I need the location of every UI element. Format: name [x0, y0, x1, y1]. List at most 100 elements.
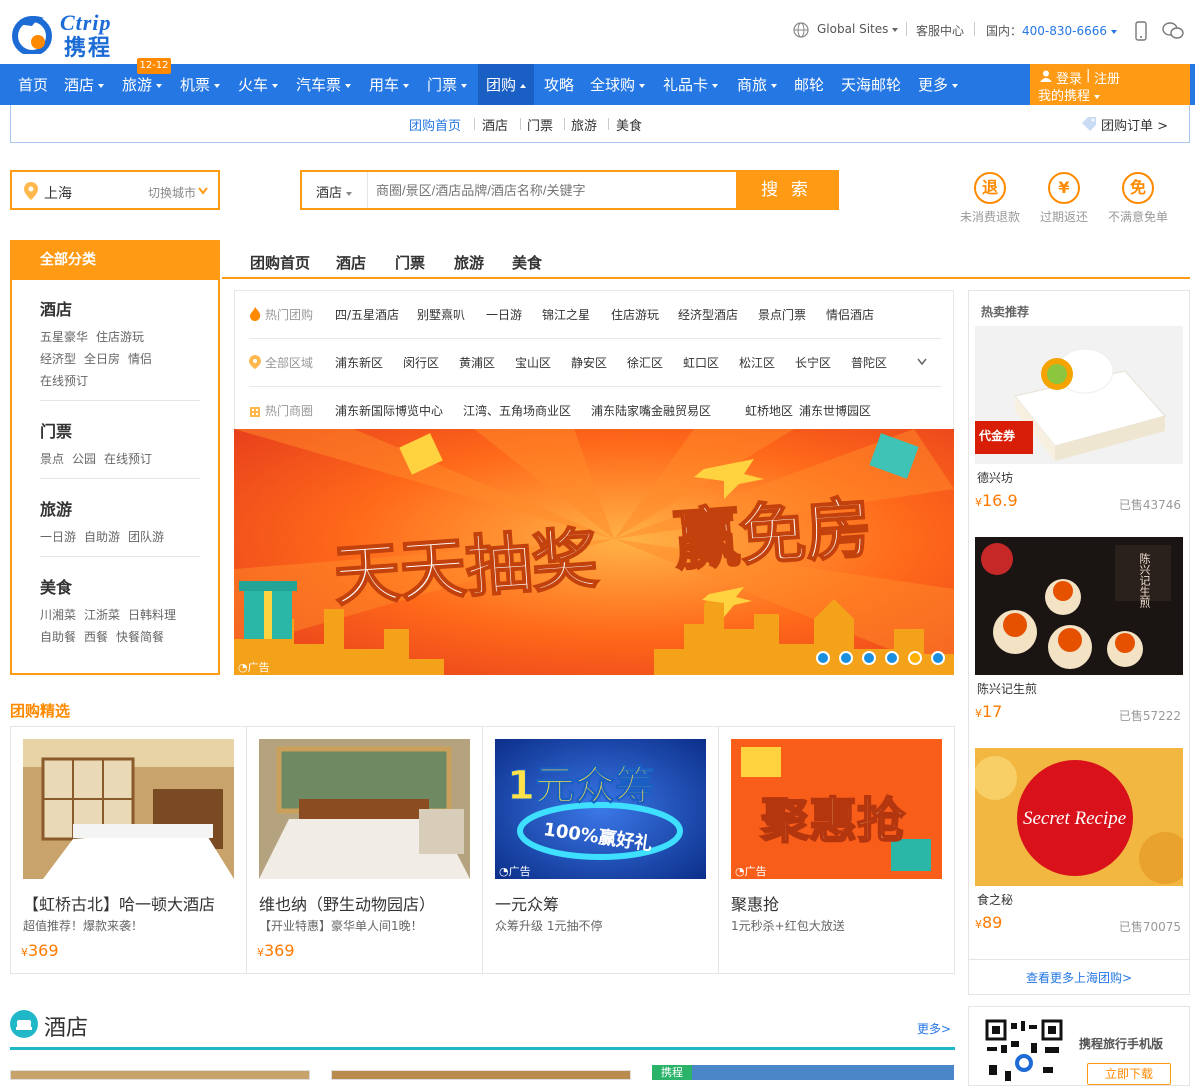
subnav-hotel[interactable]: 酒店	[482, 115, 508, 134]
category-link[interactable]: 快餐简餐	[116, 630, 164, 644]
featured-card[interactable]: 聚惠抢 ◔广告 聚惠抢 1元秒杀+红包大放送	[719, 727, 955, 973]
tab-tickets[interactable]: 门票	[395, 252, 425, 273]
tab-hotel[interactable]: 酒店	[336, 252, 366, 273]
featured-image[interactable]	[23, 739, 234, 879]
global-sites-link[interactable]: Global Sites	[817, 22, 899, 36]
group-orders-link[interactable]: 团购订单 >	[1101, 115, 1168, 134]
featured-title-text[interactable]: 一元众筹	[495, 891, 559, 915]
featured-image[interactable]	[259, 739, 470, 879]
banner-dot[interactable]	[816, 651, 830, 665]
filter-biz-item[interactable]: 江湾、五角场商业区	[463, 402, 571, 419]
hot-item-image[interactable]: 陈兴记生煎	[975, 537, 1183, 675]
banner-dot[interactable]	[839, 651, 853, 665]
category-link[interactable]: 江浙菜	[84, 608, 120, 622]
filter-biz-item[interactable]: 虹桥地区	[745, 402, 793, 419]
filter-area-item[interactable]: 虹口区	[683, 354, 719, 371]
switch-city-link[interactable]: 切换城市	[148, 184, 196, 201]
banner-dot-active[interactable]	[908, 651, 922, 665]
subnav-food[interactable]: 美食	[616, 115, 642, 134]
category-link[interactable]: 团队游	[128, 530, 164, 544]
nav-hotel[interactable]: 酒店	[64, 64, 105, 105]
hot-item-image[interactable]: 代金券	[975, 326, 1183, 464]
nav-group-buy[interactable]: 团购	[478, 64, 535, 105]
filter-area-item[interactable]: 浦东新区	[335, 354, 383, 371]
nav-more[interactable]: 更多	[918, 64, 959, 105]
banner-dot[interactable]	[862, 651, 876, 665]
wechat-icon[interactable]	[1162, 22, 1184, 40]
expand-chevron-icon[interactable]	[917, 358, 927, 366]
nav-flights[interactable]: 机票	[180, 64, 221, 105]
category-link[interactable]: 自助游	[84, 530, 120, 544]
nav-tickets[interactable]: 门票	[427, 64, 468, 105]
search-type-select[interactable]: 酒店	[316, 182, 353, 201]
category-link[interactable]: 一日游	[40, 530, 76, 544]
category-link[interactable]: 景点	[40, 452, 64, 466]
nav-global-shop[interactable]: 全球购	[590, 64, 646, 105]
nav-guides[interactable]: 攻略	[544, 64, 574, 105]
tab-travel[interactable]: 旅游	[454, 252, 484, 273]
my-ctrip-menu[interactable]: 我的携程	[1038, 85, 1101, 104]
hotel-card-image[interactable]	[10, 1070, 310, 1080]
mobile-phone-icon[interactable]	[1134, 21, 1148, 41]
featured-image[interactable]: 聚惠抢 ◔广告	[731, 739, 942, 879]
category-link[interactable]: 五星豪华	[40, 330, 88, 344]
hot-item-image[interactable]: Secret Recipe	[975, 748, 1183, 886]
filter-hot-item[interactable]: 经济型酒店	[678, 306, 738, 323]
category-link[interactable]: 西餐	[84, 630, 108, 644]
search-button[interactable]: 搜 索	[736, 172, 837, 208]
filter-area-item[interactable]: 松江区	[739, 354, 775, 371]
featured-title-text[interactable]: 【虹桥古北】哈一顿大酒店	[23, 891, 215, 915]
filter-hot-item[interactable]: 景点门票	[758, 306, 806, 323]
hot-item-name[interactable]: 食之秘	[977, 891, 1013, 908]
nav-car[interactable]: 用车	[369, 64, 410, 105]
category-link[interactable]: 情侣	[128, 352, 152, 366]
filter-area-item[interactable]: 长宁区	[795, 354, 831, 371]
featured-card[interactable]: 维也纳（野生动物园店） 【开业特惠】豪华单人间1晚！ ¥369	[247, 727, 483, 973]
city-selector[interactable]: 上海 切换城市	[10, 170, 220, 210]
filter-biz-item[interactable]: 浦东新国际博览中心	[335, 402, 443, 419]
promo-banner[interactable]: 天天抽奖 赢免房 ◔广告	[234, 429, 954, 675]
category-link[interactable]: 在线预订	[104, 452, 152, 466]
nav-train[interactable]: 火车	[238, 64, 279, 105]
view-more-link[interactable]: 查看更多上海团购>	[969, 959, 1189, 986]
filter-area-item[interactable]: 静安区	[571, 354, 607, 371]
hotline[interactable]: 国内：400-830-6666	[986, 22, 1118, 39]
nav-business[interactable]: 商旅	[737, 64, 778, 105]
filter-biz-item[interactable]: 浦东陆家嘴金融贸易区	[591, 402, 711, 419]
category-link[interactable]: 日韩料理	[128, 608, 176, 622]
tab-food[interactable]: 美食	[512, 252, 542, 273]
filter-area-item[interactable]: 黄浦区	[459, 354, 495, 371]
filter-hot-item[interactable]: 锦江之星	[542, 306, 590, 323]
filter-hot-item[interactable]: 住店游玩	[611, 306, 659, 323]
filter-hot-item[interactable]: 别墅熹叭	[417, 306, 465, 323]
banner-dot[interactable]	[885, 651, 899, 665]
hotel-more-link[interactable]: 更多>	[917, 1020, 951, 1037]
featured-title-text[interactable]: 聚惠抢	[731, 891, 779, 915]
hotel-card-image[interactable]: 携程	[652, 1065, 954, 1080]
category-link[interactable]: 在线预订	[40, 374, 88, 388]
app-download-button[interactable]: 立即下载	[1087, 1063, 1171, 1085]
category-link[interactable]: 公园	[72, 452, 96, 466]
filter-hot-item[interactable]: 四/五星酒店	[335, 306, 399, 323]
featured-title-text[interactable]: 维也纳（野生动物园店）	[259, 891, 435, 915]
featured-card[interactable]: 【虹桥古北】哈一顿大酒店 超值推荐！爆款来袭！ ¥369	[11, 727, 247, 973]
subnav-tickets[interactable]: 门票	[527, 115, 553, 134]
filter-area-item[interactable]: 闵行区	[403, 354, 439, 371]
category-link[interactable]: 全日房	[84, 352, 120, 366]
category-link[interactable]: 川湘菜	[40, 608, 76, 622]
hotel-card-image[interactable]	[331, 1070, 631, 1080]
filter-biz-item[interactable]: 浦东世博园区	[799, 402, 871, 419]
banner-dot[interactable]	[931, 651, 945, 665]
filter-area-item[interactable]: 宝山区	[515, 354, 551, 371]
qr-code-icon[interactable]	[985, 1019, 1063, 1085]
filter-hot-item[interactable]: 一日游	[486, 306, 522, 323]
subnav-home[interactable]: 团购首页	[409, 115, 461, 134]
nav-bus[interactable]: 汽车票	[296, 64, 352, 105]
nav-tianhai-cruise[interactable]: 天海邮轮	[841, 64, 901, 105]
featured-card[interactable]: 1元众筹 100%赢好礼 ◔广告 一元众筹 众筹升级 1元抽不停	[483, 727, 719, 973]
filter-area-item[interactable]: 徐汇区	[627, 354, 663, 371]
hot-item-name[interactable]: 德兴坊	[977, 469, 1013, 486]
hot-item-name[interactable]: 陈兴记生煎	[977, 680, 1037, 697]
category-link[interactable]: 自助餐	[40, 630, 76, 644]
filter-area-item[interactable]: 普陀区	[851, 354, 887, 371]
